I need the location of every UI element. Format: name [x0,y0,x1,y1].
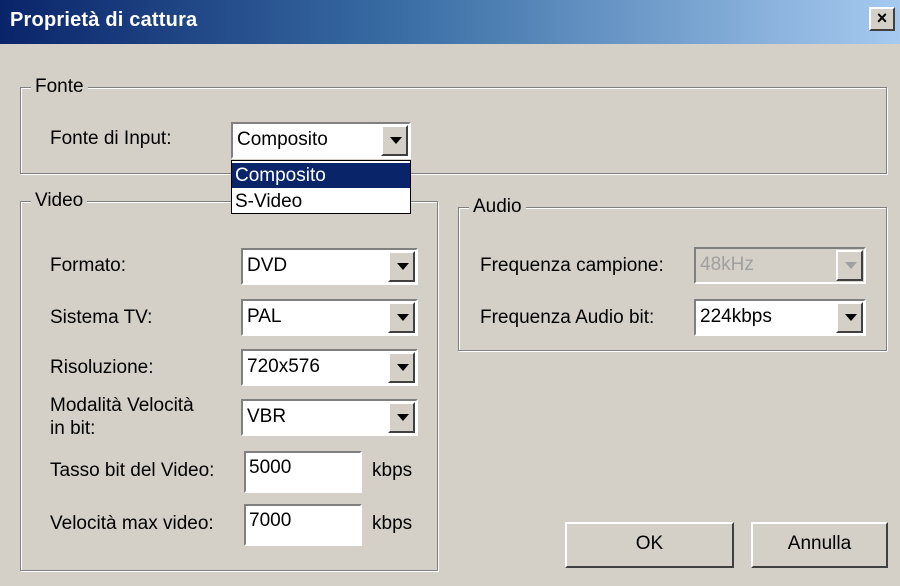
risoluzione-dropdown-button[interactable] [388,352,415,383]
input-source-dropdown-button[interactable] [381,125,408,156]
ok-button[interactable]: OK [565,522,734,568]
input-source-dropdown-list: Composito S-Video [231,160,411,214]
tasso-bit-input[interactable]: 5000 [244,451,362,493]
close-icon: × [876,8,888,28]
chevron-down-icon [397,263,409,270]
modalita-select[interactable]: VBR [241,399,418,436]
input-source-value: Composito [237,129,328,150]
dropdown-option-s-video[interactable]: S-Video [232,189,410,214]
formato-select[interactable]: DVD [241,248,418,285]
input-source-select[interactable]: Composito [231,122,411,159]
frequenza-audio-bit-label: Frequenza Audio bit: [480,307,655,328]
risoluzione-label: Risoluzione: [50,357,154,378]
modalita-label-line2: in bit: [50,418,96,439]
modalita-label-line1: Modalità Velocità [50,395,194,416]
sistema-tv-select[interactable]: PAL [241,299,418,336]
chevron-down-icon [845,314,857,321]
formato-label: Formato: [50,255,127,276]
frequenza-campione-select: 48kHz [694,247,866,284]
tasso-bit-unit: kbps [372,460,413,481]
cancel-button[interactable]: Annulla [751,522,888,568]
frequenza-campione-dropdown-button [836,250,863,281]
chevron-down-icon [390,137,402,144]
risoluzione-value: 720x576 [247,356,320,377]
sistema-tv-value: PAL [247,306,282,327]
frequenza-campione-value: 48kHz [700,254,754,275]
frequenza-campione-label: Frequenza campione: [480,255,664,276]
frequenza-audio-bit-dropdown-button[interactable] [836,302,863,333]
chevron-down-icon [397,364,409,371]
tasso-bit-value: 5000 [249,457,292,478]
tasso-bit-label: Tasso bit del Video: [50,460,215,481]
chevron-down-icon [397,314,409,321]
formato-value: DVD [247,255,288,276]
frequenza-audio-bit-value: 224kbps [700,306,772,327]
dialog-title: Proprietà di cattura [10,9,198,31]
sistema-tv-label: Sistema TV: [50,307,153,328]
capture-properties-dialog: Proprietà di cattura × Fonte Fonte di In… [0,0,900,586]
input-source-label: Fonte di Input: [50,128,172,149]
velocita-max-label: Velocità max video: [50,513,214,534]
formato-dropdown-button[interactable] [388,251,415,282]
modalita-dropdown-button[interactable] [388,402,415,433]
sistema-tv-dropdown-button[interactable] [388,302,415,333]
velocita-max-unit: kbps [372,513,413,534]
fonte-legend: Fonte [31,75,88,99]
chevron-down-icon [845,262,857,269]
title-bar[interactable]: Proprietà di cattura × [0,0,900,44]
video-legend: Video [31,189,88,213]
velocita-max-input[interactable]: 7000 [244,504,362,546]
close-button[interactable]: × [869,7,895,31]
audio-legend: Audio [469,195,526,219]
dropdown-option-composito[interactable]: Composito [232,163,410,188]
modalita-value: VBR [247,406,287,427]
risoluzione-select[interactable]: 720x576 [241,349,418,386]
frequenza-audio-bit-select[interactable]: 224kbps [694,299,866,336]
chevron-down-icon [397,414,409,421]
velocita-max-value: 7000 [249,510,292,531]
